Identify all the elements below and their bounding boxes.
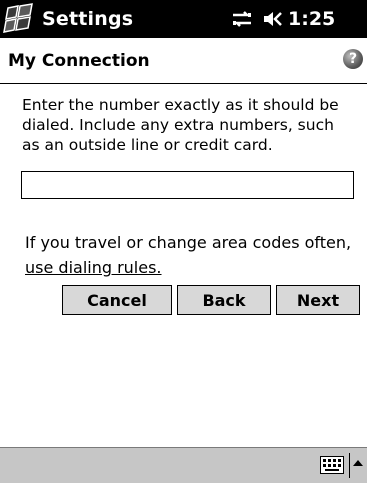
- phone-number-input[interactable]: [21, 171, 354, 199]
- back-button[interactable]: Back: [177, 285, 271, 315]
- app-title: Settings: [42, 8, 134, 30]
- title-bar: Settings 1:25: [0, 0, 367, 38]
- dialing-rules-link[interactable]: use dialing rules.: [25, 258, 162, 277]
- help-icon[interactable]: ?: [343, 49, 363, 69]
- instructions-text: Enter the number exactly as it should be…: [22, 96, 339, 154]
- start-menu-icon[interactable]: [3, 3, 37, 35]
- clock[interactable]: 1:25: [288, 8, 335, 30]
- sip-arrow-icon[interactable]: [353, 460, 363, 466]
- page-header: My Connection ?: [0, 38, 367, 84]
- page-title: My Connection: [8, 51, 150, 71]
- cancel-button[interactable]: Cancel: [62, 285, 172, 315]
- connectivity-icon[interactable]: [229, 9, 255, 29]
- travel-hint-text: If you travel or change area codes often…: [25, 233, 352, 252]
- bottom-menu-bar: [0, 447, 367, 483]
- volume-icon[interactable]: [262, 9, 284, 29]
- sip-divider: [349, 453, 350, 478]
- keyboard-icon[interactable]: [320, 456, 344, 474]
- next-button[interactable]: Next: [276, 285, 360, 315]
